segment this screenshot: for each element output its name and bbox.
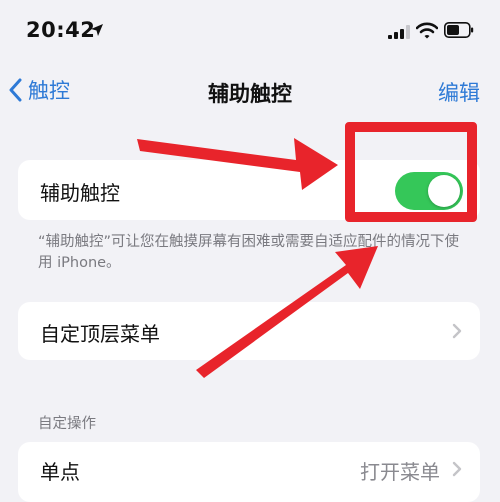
customize-top-level-menu-cell[interactable]: 自定顶层菜单	[18, 302, 480, 360]
wifi-icon	[416, 22, 438, 39]
navigation-bar: 触控 辅助触控 编辑	[0, 60, 500, 120]
edit-button[interactable]: 编辑	[438, 77, 480, 107]
single-tap-cell[interactable]: 单点 打开菜单	[18, 442, 480, 502]
cellular-signal-icon	[388, 25, 410, 39]
chevron-right-icon	[452, 461, 462, 477]
page-title: 辅助触控	[208, 82, 292, 106]
single-tap-label: 单点	[40, 460, 80, 484]
chevron-right-icon	[452, 323, 462, 339]
annotation-highlight-box	[345, 122, 477, 222]
single-tap-value: 打开菜单	[360, 460, 440, 484]
battery-icon	[444, 22, 474, 38]
section-header-custom-actions: 自定操作	[38, 416, 96, 432]
assistive-touch-description: “辅助触控”可让您在触摸屏幕有困难或需要自适应配件的情况下使用 iPhone。	[38, 234, 460, 271]
status-bar: 20:42	[0, 0, 500, 60]
location-arrow-icon	[91, 24, 103, 36]
assistive-touch-label: 辅助触控	[40, 181, 120, 205]
customize-menu-label: 自定顶层菜单	[40, 322, 160, 346]
status-time: 20:42	[26, 18, 96, 42]
